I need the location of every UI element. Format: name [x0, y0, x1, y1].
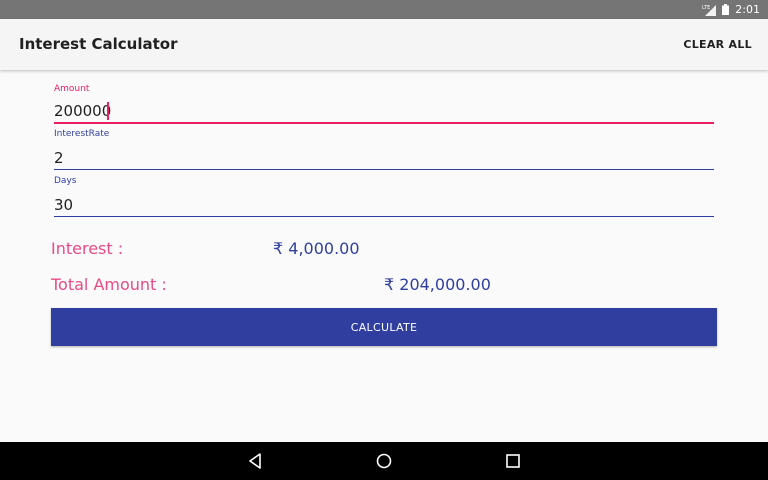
clock-time: 2:01: [735, 3, 760, 16]
total-amount-label: Total Amount :: [51, 275, 167, 294]
interest-rate-field: InterestRate: [54, 129, 714, 173]
days-input[interactable]: [54, 195, 714, 215]
recents-icon[interactable]: [504, 452, 522, 470]
interest-rate-input[interactable]: [54, 148, 714, 168]
app-title: Interest Calculator: [19, 35, 178, 53]
interest-label: Interest :: [51, 239, 124, 258]
navigation-bar: [0, 442, 768, 480]
battery-icon: [722, 4, 730, 15]
amount-field: Amount: [54, 82, 714, 126]
calculate-button-label: CALCULATE: [350, 320, 418, 334]
days-underline: [54, 216, 714, 217]
interest-rate-underline: [54, 169, 714, 170]
amount-input[interactable]: [54, 101, 714, 121]
days-label: Days: [54, 176, 77, 186]
status-bar: LTE 2:01: [0, 0, 768, 19]
home-icon[interactable]: [375, 452, 393, 470]
signal-icon: LTE: [702, 4, 717, 16]
calculate-button[interactable]: CALCULATE: [51, 308, 717, 346]
clear-all-button[interactable]: CLEAR ALL: [683, 38, 752, 51]
interest-value: ₹ 4,000.00: [273, 239, 360, 258]
text-cursor: [107, 102, 109, 120]
app-toolbar: Interest Calculator CLEAR ALL: [0, 19, 768, 70]
interest-rate-label: InterestRate: [54, 129, 110, 139]
back-icon[interactable]: [246, 452, 264, 470]
total-amount-value: ₹ 204,000.00: [384, 275, 491, 294]
amount-label: Amount: [54, 84, 90, 94]
amount-underline: [54, 122, 714, 124]
days-field: Days: [54, 176, 714, 220]
svg-text:LTE: LTE: [702, 5, 710, 11]
